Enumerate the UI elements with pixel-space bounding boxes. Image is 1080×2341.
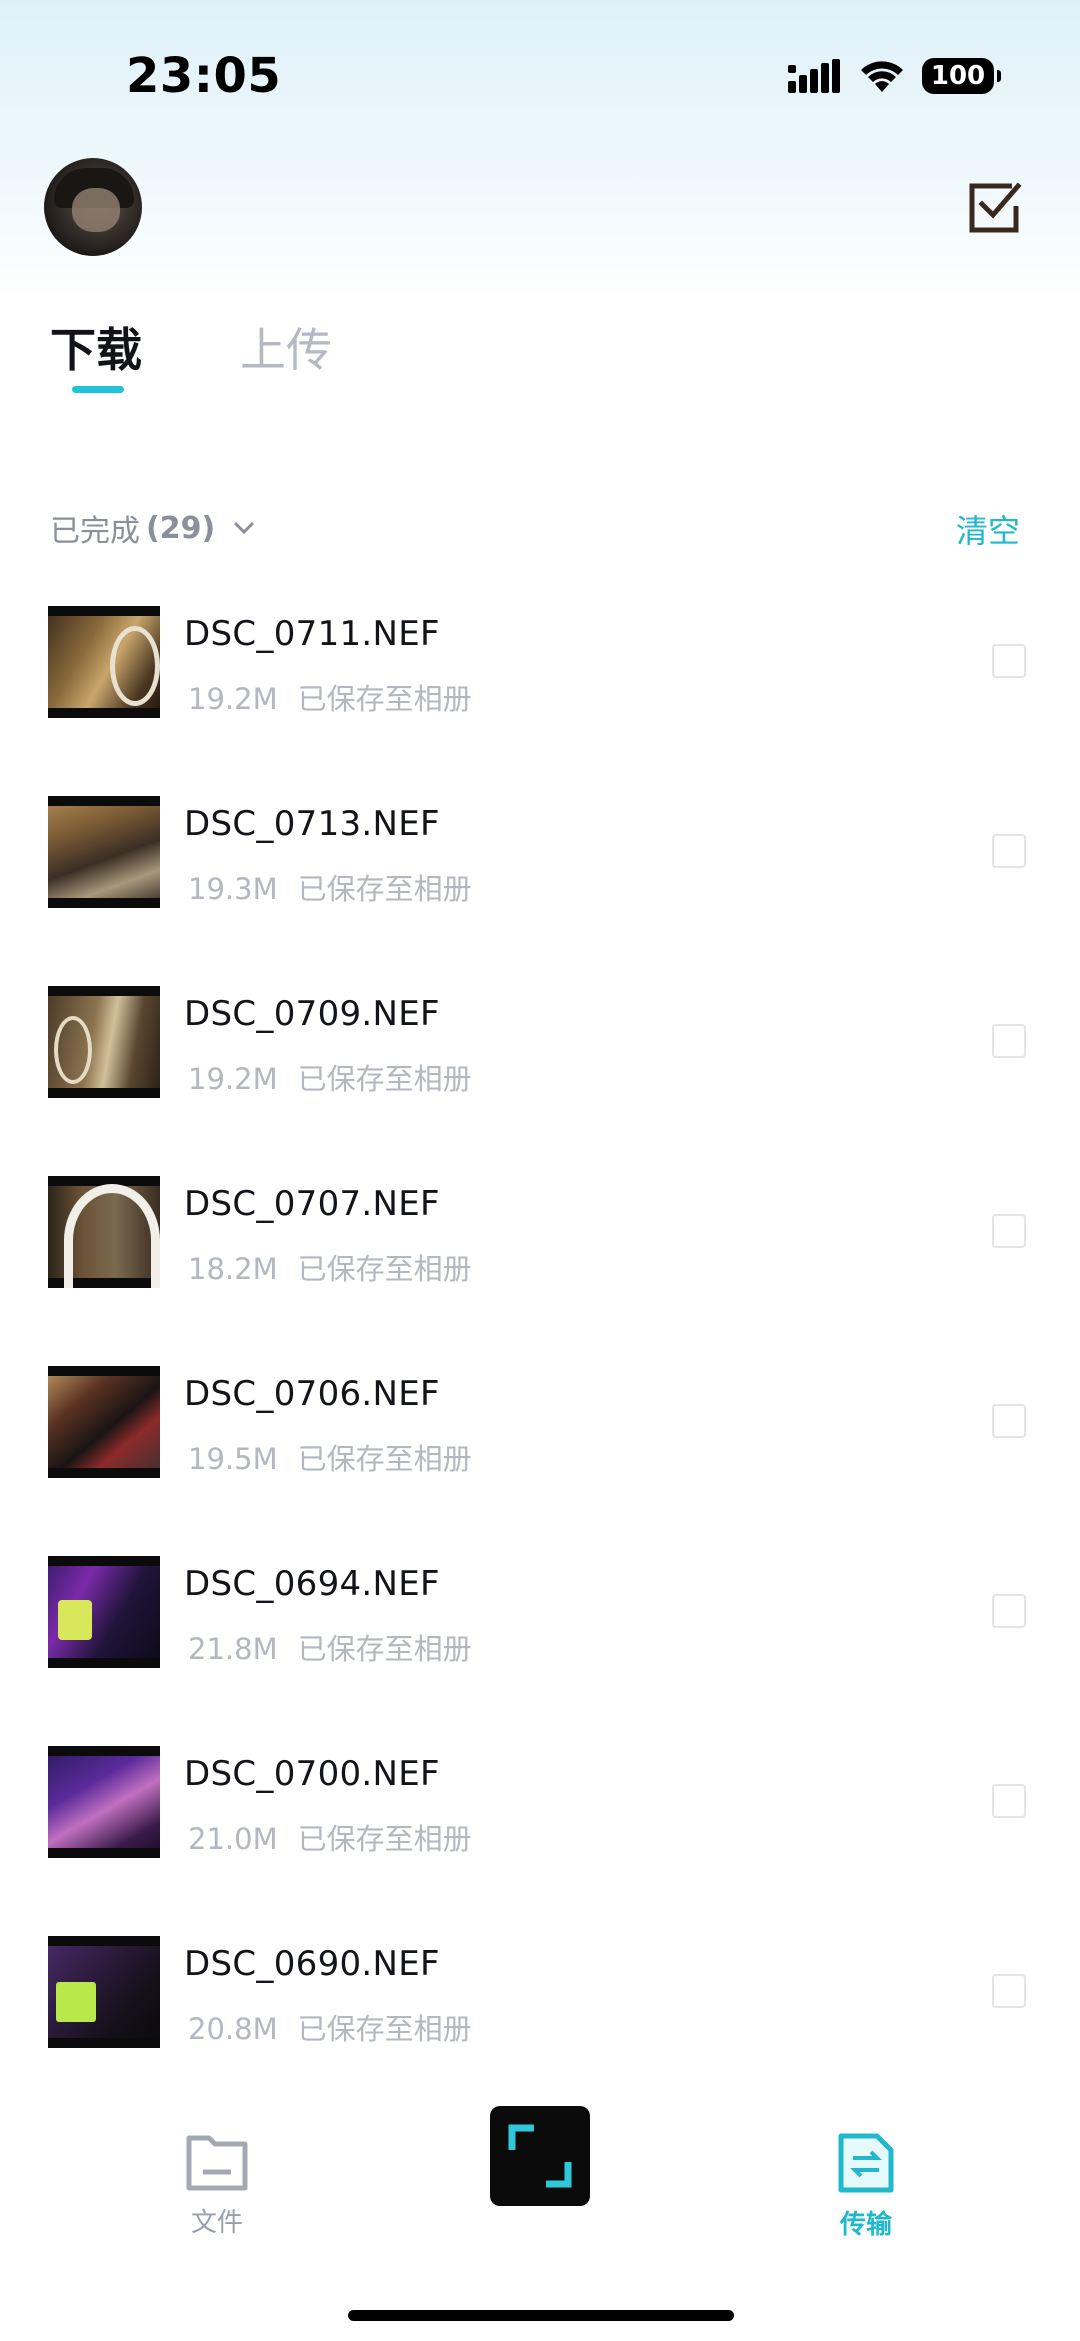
file-size: 21.0M	[188, 1822, 278, 1856]
completed-filter[interactable]: 已完成 (29)	[50, 506, 255, 550]
home-indicator[interactable]	[348, 2310, 734, 2321]
file-name: DSC_0694.NEF	[184, 1564, 440, 1604]
row-checkbox[interactable]	[992, 644, 1026, 678]
file-size: 19.3M	[188, 872, 278, 906]
tab-download[interactable]: 下载	[50, 314, 142, 380]
tab-upload[interactable]: 上传	[240, 314, 332, 380]
row-checkbox[interactable]	[992, 1784, 1026, 1818]
file-name: DSC_0706.NEF	[184, 1374, 440, 1414]
row-checkbox[interactable]	[992, 1404, 1026, 1438]
file-status: 已保存至相册	[297, 872, 472, 906]
file-thumbnail	[48, 606, 160, 718]
clear-button[interactable]: 清空	[956, 506, 1020, 552]
scan-icon	[508, 2124, 572, 2188]
row-checkbox[interactable]	[992, 1974, 1026, 2008]
file-thumbnail	[48, 1746, 160, 1858]
section-count: (29)	[146, 510, 216, 546]
tabbar-transfer[interactable]: 传输	[806, 2132, 926, 2241]
tabbar-transfer-label: 传输	[839, 2210, 892, 2240]
file-meta: 20.8M 已保存至相册	[188, 2006, 472, 2048]
file-status: 已保存至相册	[297, 1252, 472, 1286]
file-meta: 19.5M 已保存至相册	[188, 1436, 472, 1478]
transfer-document-icon	[838, 2133, 894, 2193]
file-status: 已保存至相册	[297, 1822, 472, 1856]
file-name: DSC_0711.NEF	[184, 614, 440, 654]
tab-active-indicator	[72, 386, 124, 393]
file-status: 已保存至相册	[297, 1442, 472, 1476]
checkbox-select-icon[interactable]	[966, 178, 1024, 236]
file-meta: 21.8M 已保存至相册	[188, 1626, 472, 1668]
row-checkbox[interactable]	[992, 1594, 1026, 1628]
chevron-down-icon	[234, 521, 255, 535]
file-size: 20.8M	[188, 2012, 278, 2046]
bottom-tab-bar: 文件 传输	[0, 2080, 1080, 2341]
list-item[interactable]: DSC_0694.NEF 21.8M 已保存至相册	[0, 1546, 1080, 1736]
file-size: 19.2M	[188, 682, 278, 716]
file-thumbnail	[48, 1176, 160, 1288]
section-label: 已完成	[50, 514, 140, 549]
avatar[interactable]	[44, 158, 142, 256]
battery-icon: 100	[922, 58, 1001, 94]
file-thumbnail	[48, 796, 160, 908]
file-status: 已保存至相册	[297, 1062, 472, 1096]
file-meta: 19.2M 已保存至相册	[188, 676, 472, 718]
wifi-icon	[861, 61, 903, 92]
file-size: 19.5M	[188, 1442, 278, 1476]
file-meta: 19.3M 已保存至相册	[188, 866, 472, 908]
signal-icon	[788, 59, 840, 93]
list-item[interactable]: DSC_0706.NEF 19.5M 已保存至相册	[0, 1356, 1080, 1546]
file-thumbnail	[48, 986, 160, 1098]
file-thumbnail	[48, 1556, 160, 1668]
file-size: 21.8M	[188, 1632, 278, 1666]
list-item[interactable]: DSC_0711.NEF 19.2M 已保存至相册	[0, 596, 1080, 786]
list-item[interactable]: DSC_0713.NEF 19.3M 已保存至相册	[0, 786, 1080, 976]
file-thumbnail	[48, 1936, 160, 2048]
file-meta: 21.0M 已保存至相册	[188, 1816, 472, 1858]
file-thumbnail	[48, 1366, 160, 1478]
row-checkbox[interactable]	[992, 834, 1026, 868]
folder-icon	[186, 2135, 248, 2191]
file-name: DSC_0707.NEF	[184, 1184, 440, 1224]
file-status: 已保存至相册	[297, 1632, 472, 1666]
status-bar: 23:05 100	[0, 0, 1080, 150]
row-checkbox[interactable]	[992, 1024, 1026, 1058]
status-time: 23:05	[126, 48, 282, 104]
tabbar-files[interactable]: 文件	[157, 2132, 277, 2239]
file-size: 19.2M	[188, 1062, 278, 1096]
file-name: DSC_0713.NEF	[184, 804, 440, 844]
file-name: DSC_0690.NEF	[184, 1944, 440, 1984]
file-meta: 19.2M 已保存至相册	[188, 1056, 472, 1098]
status-icons: 100	[788, 58, 1001, 94]
row-checkbox[interactable]	[992, 1214, 1026, 1248]
list-item[interactable]: DSC_0707.NEF 18.2M 已保存至相册	[0, 1166, 1080, 1356]
avatar-face	[72, 188, 120, 232]
file-name: DSC_0709.NEF	[184, 994, 440, 1034]
scan-button[interactable]	[490, 2106, 590, 2206]
tabbar-files-label: 文件	[190, 2208, 243, 2238]
list-item[interactable]: DSC_0709.NEF 19.2M 已保存至相册	[0, 976, 1080, 1166]
file-size: 18.2M	[188, 1252, 278, 1286]
file-name: DSC_0700.NEF	[184, 1754, 440, 1794]
file-status: 已保存至相册	[297, 2012, 472, 2046]
list-item[interactable]: DSC_0700.NEF 21.0M 已保存至相册	[0, 1736, 1080, 1926]
file-status: 已保存至相册	[297, 682, 472, 716]
file-meta: 18.2M 已保存至相册	[188, 1246, 472, 1288]
